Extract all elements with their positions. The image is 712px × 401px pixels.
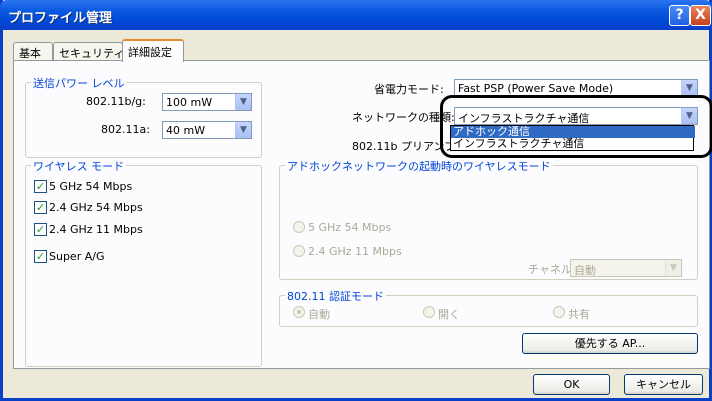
power-save-label: 省電力モード: (374, 83, 444, 96)
chevron-down-icon: ▼ (665, 260, 681, 276)
label-auth-shared: 共有 (568, 308, 590, 321)
chevron-down-icon: ▼ (235, 122, 251, 138)
radio-auth-shared[interactable] (553, 306, 565, 318)
tab-basic-label: 基本 (19, 47, 41, 60)
title-bar: プロファイル管理 ? X (0, 0, 712, 30)
chevron-down-icon: ▼ (681, 80, 697, 96)
power-11bg-label: 802.11b/g: (86, 95, 146, 108)
label-super-ag: Super A/G (49, 250, 105, 263)
tab-basic[interactable]: 基本 (13, 42, 53, 61)
radio-selected-dot (297, 310, 301, 314)
highlight-callout (440, 95, 712, 158)
channel-select[interactable]: 自動 ▼ (570, 259, 682, 277)
wireless-mode-title: ワイヤレス モード (31, 158, 127, 174)
label-auth-auto: 自動 (308, 308, 330, 321)
auth-mode-title: 802.11 認証モード (285, 288, 386, 304)
chevron-down-icon: ▼ (235, 94, 251, 110)
radio-adhoc-5ghz[interactable] (293, 221, 305, 233)
channel-value: 自動 (574, 264, 596, 277)
help-button[interactable]: ? (669, 5, 690, 26)
radio-auth-open[interactable] (423, 306, 435, 318)
preferred-ap-button[interactable]: 優先する AP... (522, 333, 698, 354)
adhoc-mode-group: アドホックネットワークの起動時のワイヤレスモード 5 GHz 54 Mbps 2… (279, 158, 698, 280)
tab-security[interactable]: セキュリティ (53, 42, 125, 61)
power-11a-label: 802.11a: (101, 123, 150, 136)
checkbox-24ghz-54[interactable]: ✓ (34, 201, 47, 214)
wireless-mode-group: ワイヤレス モード ✓ 5 GHz 54 Mbps ✓ 2.4 GHz 54 M… (25, 158, 262, 367)
close-button[interactable]: X (690, 5, 711, 26)
window-title: プロファイル管理 (8, 11, 113, 26)
profile-manager-window: プロファイル管理 ? X 基本 セキュリティ 詳細設定 送信パワー レベル 80… (0, 0, 712, 401)
adhoc-mode-title: アドホックネットワークの起動時のワイヤレスモード (285, 158, 553, 174)
auth-mode-group: 802.11 認証モード 自動 開く 共有 (279, 288, 698, 327)
cancel-button[interactable]: キャンセル (624, 374, 703, 395)
ok-button[interactable]: OK (533, 374, 610, 395)
tab-advanced-label: 詳細設定 (128, 46, 172, 59)
transmit-power-title: 送信パワー レベル (31, 75, 127, 91)
channel-label: チャネル: (528, 263, 576, 276)
label-5ghz-54: 5 GHz 54 Mbps (49, 180, 133, 193)
power-11a-select[interactable]: 40 mW ▼ (162, 121, 252, 139)
radio-auth-auto[interactable] (293, 306, 305, 318)
power-11bg-select[interactable]: 100 mW ▼ (162, 93, 252, 111)
label-24ghz-54: 2.4 GHz 54 Mbps (49, 201, 143, 214)
transmit-power-group: 送信パワー レベル 802.11b/g: 100 mW ▼ 802.11a: 4… (25, 75, 262, 158)
checkbox-super-ag[interactable]: ✓ (34, 250, 47, 263)
power-save-value: Fast PSP (Power Save Mode) (458, 82, 614, 95)
tab-advanced[interactable]: 詳細設定 (122, 39, 184, 62)
tab-security-label: セキュリティ (59, 47, 125, 60)
power-11a-value: 40 mW (166, 124, 206, 137)
label-adhoc-24ghz: 2.4 GHz 11 Mbps (308, 245, 402, 258)
label-auth-open: 開く (438, 308, 460, 321)
power-11bg-value: 100 mW (166, 96, 213, 109)
radio-adhoc-24ghz[interactable] (293, 245, 305, 257)
checkbox-5ghz-54[interactable]: ✓ (34, 180, 47, 193)
label-24ghz-11: 2.4 GHz 11 Mbps (49, 223, 143, 236)
label-adhoc-5ghz: 5 GHz 54 Mbps (308, 221, 392, 234)
checkbox-24ghz-11[interactable]: ✓ (34, 223, 47, 236)
